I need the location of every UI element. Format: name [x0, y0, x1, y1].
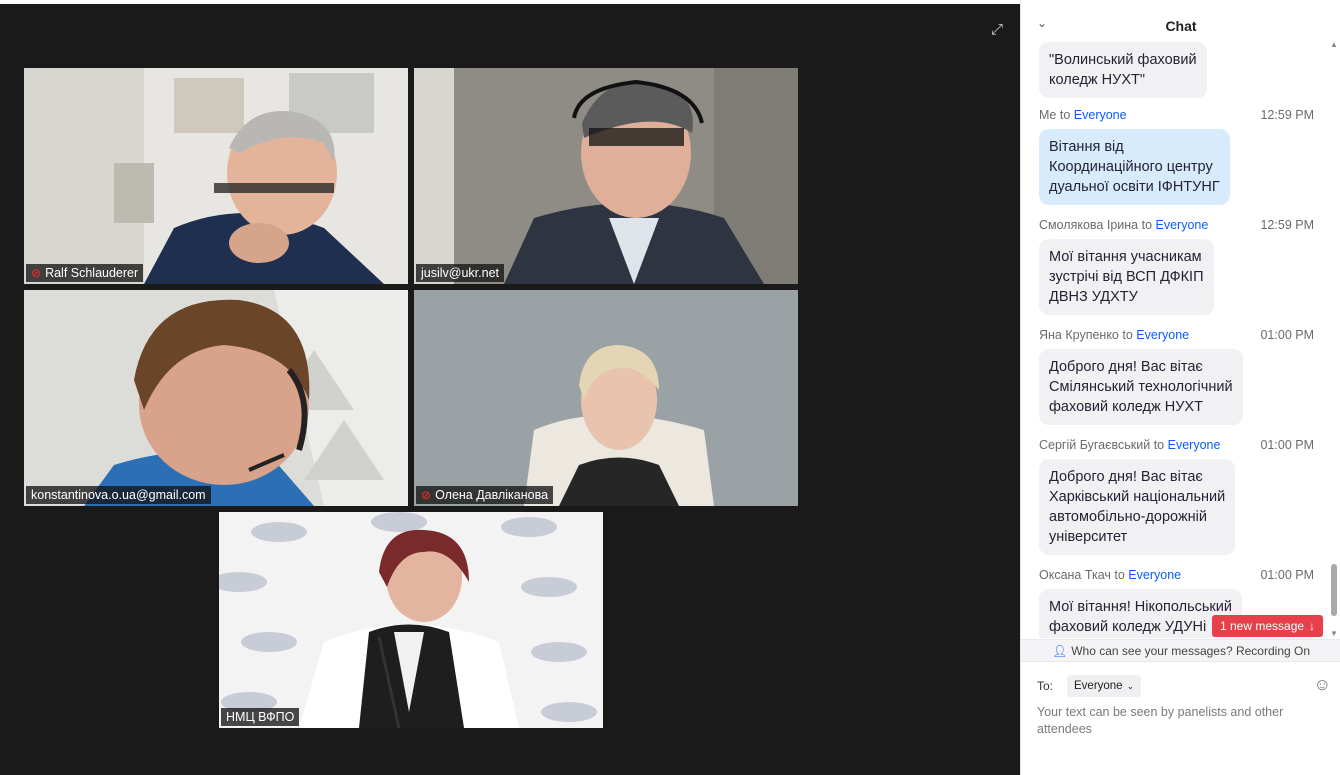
- message-recipient[interactable]: Everyone: [1128, 568, 1181, 582]
- participant-name: konstantinova.o.ua@gmail.com: [31, 488, 206, 502]
- participant-name-tag: ⊘ Ralf Schlauderer: [26, 264, 144, 282]
- chat-message-list[interactable]: "Волинський фаховий коледж НУХТ" Me to E…: [1021, 40, 1329, 638]
- video-tile[interactable]: ⊘ Олена Давліканова: [414, 290, 798, 506]
- chevron-down-icon: ⌄: [1126, 680, 1135, 691]
- chat-scrollbar[interactable]: ▲ ▼: [1329, 40, 1339, 638]
- recipient-value: Everyone: [1074, 680, 1123, 692]
- new-message-button[interactable]: 1 new message ↓: [1212, 615, 1324, 637]
- message-recipient[interactable]: Everyone: [1156, 218, 1209, 232]
- message-bubble: Мої вітання учасникам зустрічі від ВСП Д…: [1039, 239, 1214, 315]
- message-time: 01:00 PM: [1260, 568, 1314, 582]
- participant-name-tag: jusilv@ukr.net: [416, 264, 504, 282]
- message-time: 01:00 PM: [1260, 438, 1314, 452]
- message-time: 12:59 PM: [1260, 108, 1314, 122]
- message-to-word: to: [1153, 438, 1165, 452]
- message-sender: Me: [1039, 108, 1057, 122]
- emoji-icon[interactable]: ☺: [1314, 675, 1331, 695]
- message-to-word: to: [1059, 108, 1071, 122]
- chat-title: Chat: [1165, 18, 1197, 34]
- participant-video: [414, 290, 798, 506]
- zoom-webinar-window: ⤢ ⊘ Ralf Schlauderer jusilv@ukr.net kons…: [0, 0, 1340, 775]
- message-to-word: to: [1141, 218, 1153, 232]
- message-recipient[interactable]: Everyone: [1168, 438, 1221, 452]
- message-sender: Яна Крупенко: [1039, 328, 1119, 342]
- participant-name: jusilv@ukr.net: [421, 266, 499, 280]
- participant-video: [24, 68, 408, 284]
- message-to-word: to: [1114, 568, 1125, 582]
- message-bubble: "Волинський фаховий коледж НУХТ": [1039, 42, 1207, 98]
- chat-input[interactable]: Your text can be seen by panelists and o…: [1037, 704, 1327, 738]
- participant-name: Олена Давліканова: [435, 488, 549, 502]
- participant-name-tag: НМЦ ВФПО: [221, 708, 300, 726]
- message-to-word: to: [1122, 328, 1133, 342]
- message-meta: Оксана Ткач to Everyone 01:00 PM: [1039, 568, 1319, 584]
- person-icon: 👤︎: [1051, 643, 1068, 658]
- message-meta: Яна Крупенко to Everyone 01:00 PM: [1039, 328, 1319, 344]
- participant-video: [219, 512, 603, 728]
- scrollbar-thumb[interactable]: [1331, 564, 1337, 616]
- participant-name-tag: konstantinova.o.ua@gmail.com: [26, 486, 211, 504]
- message-sender: Оксана Ткач: [1039, 568, 1111, 582]
- video-tile[interactable]: НМЦ ВФПО: [219, 512, 603, 728]
- recipient-row: To: Everyone ⌄ ☺: [1037, 674, 1337, 698]
- participant-name: Ralf Schlauderer: [45, 266, 139, 280]
- chat-message: Me to Everyone 12:59 PM Вітання від Коор…: [1039, 108, 1319, 205]
- to-label: To:: [1037, 679, 1054, 693]
- mic-muted-icon: ⊘: [421, 488, 432, 502]
- chat-message: Сергій Бугаєвський to Everyone 01:00 PM …: [1039, 438, 1319, 555]
- scroll-up-icon[interactable]: ▲: [1330, 40, 1338, 49]
- mic-muted-icon: ⊘: [31, 266, 42, 280]
- message-bubble: Вітання від Координаційного центру дуаль…: [1039, 129, 1230, 205]
- participant-video: [24, 290, 408, 506]
- participant-name-tag: ⊘ Олена Давліканова: [416, 486, 554, 504]
- chat-message: Смолякова Ірина to Everyone 12:59 PM Мої…: [1039, 218, 1319, 315]
- video-tile[interactable]: jusilv@ukr.net: [414, 68, 798, 284]
- video-gallery: ⤢ ⊘ Ralf Schlauderer jusilv@ukr.net kons…: [0, 0, 1020, 775]
- participant-name: НМЦ ВФПО: [226, 710, 295, 724]
- chat-message: "Волинський фаховий коледж НУХТ": [1039, 40, 1319, 98]
- expand-icon[interactable]: ⤢: [986, 19, 1008, 41]
- recipient-dropdown[interactable]: Everyone ⌄: [1067, 675, 1142, 697]
- message-sender: Сергій Бугаєвський: [1039, 438, 1151, 452]
- message-meta: Смолякова Ірина to Everyone 12:59 PM: [1039, 218, 1319, 234]
- message-recipient[interactable]: Everyone: [1074, 108, 1127, 122]
- message-time: 01:00 PM: [1260, 328, 1314, 342]
- message-meta: Сергій Бугаєвський to Everyone 01:00 PM: [1039, 438, 1319, 454]
- message-bubble: Доброго дня! Вас вітає Харківський націо…: [1039, 459, 1236, 555]
- participant-video: [414, 68, 798, 284]
- message-recipient[interactable]: Everyone: [1136, 328, 1189, 342]
- new-message-label: 1 new message: [1220, 619, 1305, 633]
- message-bubble: Доброго дня! Вас вітає Смілянський техно…: [1039, 349, 1243, 425]
- message-time: 12:59 PM: [1260, 218, 1314, 232]
- video-tile[interactable]: ⊘ Ralf Schlauderer: [24, 68, 408, 284]
- message-visibility-bar[interactable]: 👤︎ Who can see your messages? Recording …: [1021, 639, 1340, 662]
- message-meta: Me to Everyone 12:59 PM: [1039, 108, 1319, 124]
- message-sender: Смолякова Ірина: [1039, 218, 1139, 232]
- video-tile[interactable]: konstantinova.o.ua@gmail.com: [24, 290, 408, 506]
- chat-panel: ⌄ Chat "Волинський фаховий коледж НУХТ" …: [1020, 0, 1340, 775]
- chat-message: Яна Крупенко to Everyone 01:00 PM Доброг…: [1039, 328, 1319, 425]
- visibility-text: Who can see your messages? Recording On: [1071, 643, 1311, 658]
- scroll-down-icon[interactable]: ▼: [1330, 629, 1338, 638]
- arrow-down-icon: ↓: [1309, 619, 1316, 633]
